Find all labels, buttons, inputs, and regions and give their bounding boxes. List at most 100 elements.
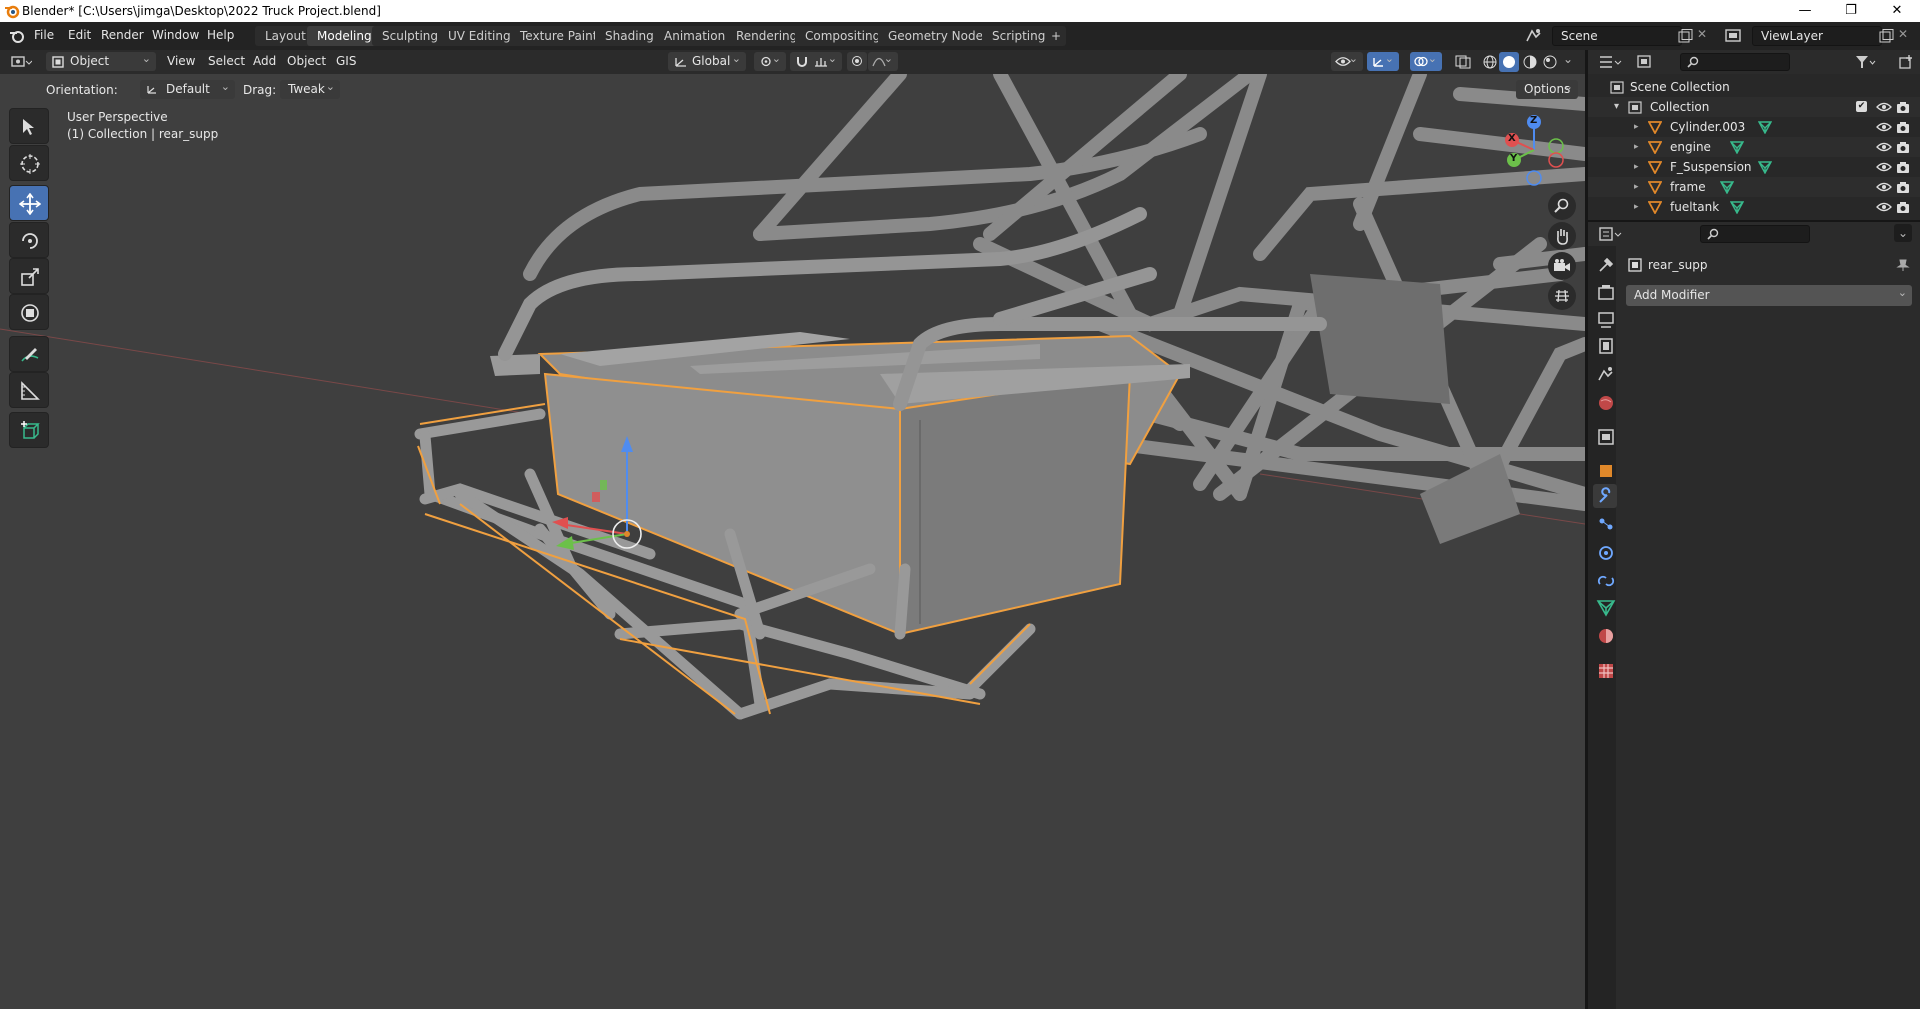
wireframe-shading-icon[interactable] (1482, 54, 1498, 70)
collection-tab-icon[interactable] (1595, 426, 1617, 448)
material-tab-icon[interactable] (1595, 625, 1617, 647)
gizmo-toggle[interactable] (1367, 49, 1399, 71)
world-tab-icon[interactable] (1595, 392, 1617, 414)
outliner-scene-collection-row[interactable]: Scene Collection (1588, 77, 1920, 97)
tab-sculpting[interactable]: Sculpting (372, 26, 449, 46)
render-camera-icon[interactable] (1896, 120, 1910, 134)
remove-view-layer-icon[interactable]: ✕ (1898, 27, 1908, 41)
expand-chevron-icon[interactable]: ▸ (1634, 157, 1639, 177)
rendered-shading-icon[interactable] (1542, 54, 1558, 70)
menu-select[interactable]: Select (208, 54, 245, 68)
mesh-data-icon[interactable] (1730, 200, 1744, 214)
expand-chevron-icon[interactable]: ▸ (1634, 117, 1639, 137)
outliner-item-engine[interactable]: ▸ engine (1588, 137, 1920, 157)
blender-menu-icon[interactable] (9, 28, 25, 44)
mesh-data-icon[interactable] (1720, 180, 1734, 194)
view-layer-selector[interactable]: ViewLayer (1752, 26, 1882, 46)
display-mode-icon[interactable] (1636, 54, 1660, 70)
ortho-toggle-button[interactable] (1548, 282, 1576, 310)
properties-options-chevron-icon[interactable]: ⌄ (1894, 224, 1912, 242)
tab-scripting[interactable]: Scripting (982, 26, 1056, 46)
eye-icon[interactable] (1876, 121, 1892, 133)
add-workspace-button[interactable]: + (1046, 26, 1067, 46)
output-tab-icon[interactable] (1595, 309, 1617, 331)
pan-button[interactable] (1548, 222, 1576, 250)
render-tab-icon[interactable] (1595, 282, 1617, 304)
outliner-item-cylinder-003[interactable]: ▸ Cylinder.003 (1588, 117, 1920, 137)
view-layer-icon[interactable] (1724, 28, 1744, 44)
menu-view[interactable]: View (167, 54, 195, 68)
move-tool[interactable] (9, 185, 49, 221)
copy-view-layer-icon[interactable] (1879, 29, 1895, 43)
material-shading-icon[interactable] (1522, 54, 1538, 70)
eye-icon[interactable] (1876, 161, 1892, 173)
expand-chevron-icon[interactable]: ▸ (1634, 197, 1639, 217)
editor-type-icon[interactable] (10, 54, 32, 70)
expand-chevron-icon[interactable]: ▸ (1634, 177, 1639, 197)
mesh-data-icon[interactable] (1758, 120, 1772, 134)
filter-icon[interactable] (1854, 54, 1876, 70)
expand-collection-chevron-icon[interactable]: ▾ (1614, 97, 1619, 117)
outliner-editor-type-icon[interactable] (1598, 54, 1622, 70)
eye-icon[interactable] (1876, 181, 1892, 193)
add-modifier-dropdown[interactable]: Add Modifier (1626, 282, 1912, 306)
scene-selector[interactable]: Scene (1552, 26, 1682, 46)
outliner-item-fueltank[interactable]: ▸ fueltank (1588, 197, 1920, 217)
close-button[interactable]: ✕ (1874, 0, 1920, 22)
copy-scene-icon[interactable] (1678, 29, 1694, 43)
3d-viewport[interactable]: Orientation: Default Drag: Tweak Options… (0, 74, 1585, 1009)
shading-options-chevron-icon[interactable]: ⌄ (1563, 52, 1573, 66)
render-camera-icon[interactable] (1896, 180, 1910, 194)
menu-gis[interactable]: GIS (336, 54, 356, 68)
object-tab-icon[interactable] (1595, 460, 1617, 482)
scene-tab-icon[interactable] (1595, 364, 1617, 386)
transform-tool[interactable] (9, 294, 49, 330)
menu-edit[interactable]: Edit (68, 28, 91, 42)
menu-add[interactable]: Add (253, 54, 276, 68)
tab-compositing[interactable]: Compositing (795, 26, 891, 46)
select-box-tool[interactable] (9, 108, 49, 144)
proportional-falloff-dropdown[interactable] (868, 49, 898, 71)
constraints-tab-icon[interactable] (1595, 570, 1617, 592)
eye-icon[interactable] (1876, 101, 1892, 113)
proportional-editing-toggle[interactable] (847, 52, 867, 71)
rotate-tool[interactable] (9, 222, 49, 258)
menu-help[interactable]: Help (207, 28, 234, 42)
render-camera-icon[interactable] (1896, 100, 1910, 114)
maximize-button[interactable]: ❐ (1828, 0, 1874, 22)
tab-uv-editing[interactable]: UV Editing (438, 26, 521, 46)
tool-tab-icon[interactable] (1595, 254, 1617, 276)
scene-icon[interactable] (1524, 27, 1544, 45)
pivot-point-dropdown[interactable] (754, 49, 786, 71)
render-camera-icon[interactable] (1896, 140, 1910, 154)
particles-tab-icon[interactable] (1595, 514, 1617, 536)
properties-editor-type-icon[interactable] (1598, 226, 1622, 242)
data-tab-icon[interactable] (1595, 597, 1617, 619)
viewport-scene[interactable] (0, 74, 1585, 1009)
menu-render[interactable]: Render (101, 28, 144, 42)
options-dropdown[interactable]: Options (1516, 77, 1578, 99)
menu-object[interactable]: Object (287, 54, 326, 68)
menu-window[interactable]: Window (152, 28, 199, 42)
remove-scene-icon[interactable]: ✕ (1697, 27, 1707, 41)
drag-dropdown[interactable]: Tweak (280, 77, 340, 99)
cursor-tool[interactable] (9, 145, 49, 181)
xray-icon[interactable] (1455, 55, 1471, 69)
scale-tool[interactable] (9, 258, 49, 294)
outliner-collection-row[interactable]: ▾ Collection ✔ (1588, 97, 1920, 117)
outliner-item-frame[interactable]: ▸ frame (1588, 177, 1920, 197)
solid-shading-button[interactable] (1499, 52, 1519, 72)
collection-checkbox[interactable]: ✔ (1856, 101, 1867, 112)
tab-modeling[interactable]: Modeling (307, 26, 382, 46)
modifier-tab-active[interactable] (1593, 484, 1617, 508)
zoom-button[interactable] (1548, 192, 1576, 220)
menu-file[interactable]: File (34, 28, 54, 42)
view-layer-tab-icon[interactable] (1595, 336, 1617, 358)
tab-animation[interactable]: Animation (654, 26, 736, 46)
render-camera-icon[interactable] (1896, 200, 1910, 214)
eye-icon[interactable] (1876, 201, 1892, 213)
render-camera-icon[interactable] (1896, 160, 1910, 174)
measure-tool[interactable] (9, 372, 49, 408)
minimize-button[interactable]: — (1782, 0, 1828, 22)
add-cube-tool[interactable] (9, 412, 49, 448)
